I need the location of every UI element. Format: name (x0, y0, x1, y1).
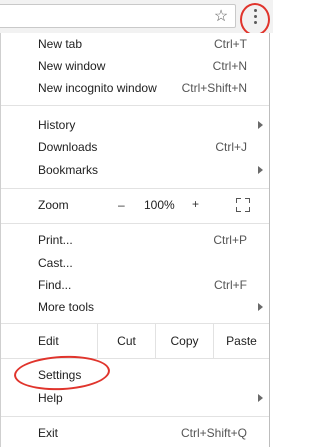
menu-item-label: Exit (38, 426, 59, 440)
menu-separator (1, 416, 269, 417)
copy-button[interactable]: Copy (155, 323, 213, 358)
menu-item-shortcut: Ctrl+N (212, 59, 247, 73)
menu-item-label: More tools (38, 300, 95, 314)
menu-item-cast[interactable]: Cast... (1, 252, 269, 274)
menu-item-exit[interactable]: Exit Ctrl+Shift+Q (1, 422, 269, 444)
cut-button[interactable]: Cut (97, 323, 155, 358)
edit-row: Edit Cut Copy Paste (1, 323, 269, 358)
menu-item-label: New window (38, 59, 106, 73)
menu-item-shortcut: Ctrl+Shift+N (181, 81, 247, 95)
zoom-in-button[interactable]: + (192, 197, 199, 211)
menu-item-shortcut: Ctrl+T (214, 37, 247, 51)
menu-item-find[interactable]: Find... Ctrl+F (1, 274, 269, 296)
menu-item-history[interactable]: History (1, 114, 269, 136)
menu-item-more-tools[interactable]: More tools (1, 296, 269, 318)
paste-button[interactable]: Paste (213, 323, 269, 358)
menu-button-highlight-circle (240, 3, 270, 36)
bookmark-star-icon[interactable]: ☆ (212, 7, 230, 25)
menu-item-label: New incognito window (38, 81, 157, 95)
zoom-out-button[interactable]: – (118, 198, 125, 212)
menu-item-label: Print... (38, 233, 73, 247)
menu-item-help[interactable]: Help (1, 387, 269, 409)
address-bar[interactable] (0, 4, 236, 28)
menu-item-bookmarks[interactable]: Bookmarks (1, 159, 269, 181)
menu-item-label: History (38, 118, 76, 132)
menu-item-new-tab[interactable]: New tab Ctrl+T (1, 33, 269, 55)
fullscreen-icon[interactable] (236, 198, 250, 212)
menu-item-new-incognito-window[interactable]: New incognito window Ctrl+Shift+N (1, 77, 269, 99)
menu-item-shortcut: Ctrl+P (213, 233, 247, 247)
menu-item-label: Help (38, 391, 63, 405)
menu-item-downloads[interactable]: Downloads Ctrl+J (1, 136, 269, 158)
menu-item-label: Cast... (38, 256, 73, 270)
menu-item-shortcut: Ctrl+Shift+Q (180, 426, 247, 440)
menu-item-label: Find... (38, 278, 72, 292)
edit-label: Edit (38, 334, 59, 348)
submenu-arrow-icon (258, 394, 263, 402)
menu-item-label: Downloads (38, 140, 98, 154)
submenu-arrow-icon (258, 121, 263, 129)
menu-separator (1, 223, 269, 224)
submenu-arrow-icon (258, 166, 263, 174)
menu-item-label: Bookmarks (38, 163, 99, 177)
browser-toolbar: ☆ (0, 0, 273, 33)
menu-item-new-window[interactable]: New window Ctrl+N (1, 55, 269, 77)
zoom-label: Zoom (38, 198, 69, 212)
submenu-arrow-icon (258, 303, 263, 311)
menu-separator (1, 105, 269, 106)
menu-separator (1, 188, 269, 189)
zoom-row: Zoom – 100% + (1, 193, 269, 217)
menu-item-print[interactable]: Print... Ctrl+P (1, 229, 269, 251)
menu-item-label: New tab (38, 37, 83, 51)
menu-item-shortcut: Ctrl+J (215, 140, 247, 154)
menu-item-shortcut: Ctrl+F (214, 278, 247, 292)
zoom-level: 100% (144, 198, 175, 212)
